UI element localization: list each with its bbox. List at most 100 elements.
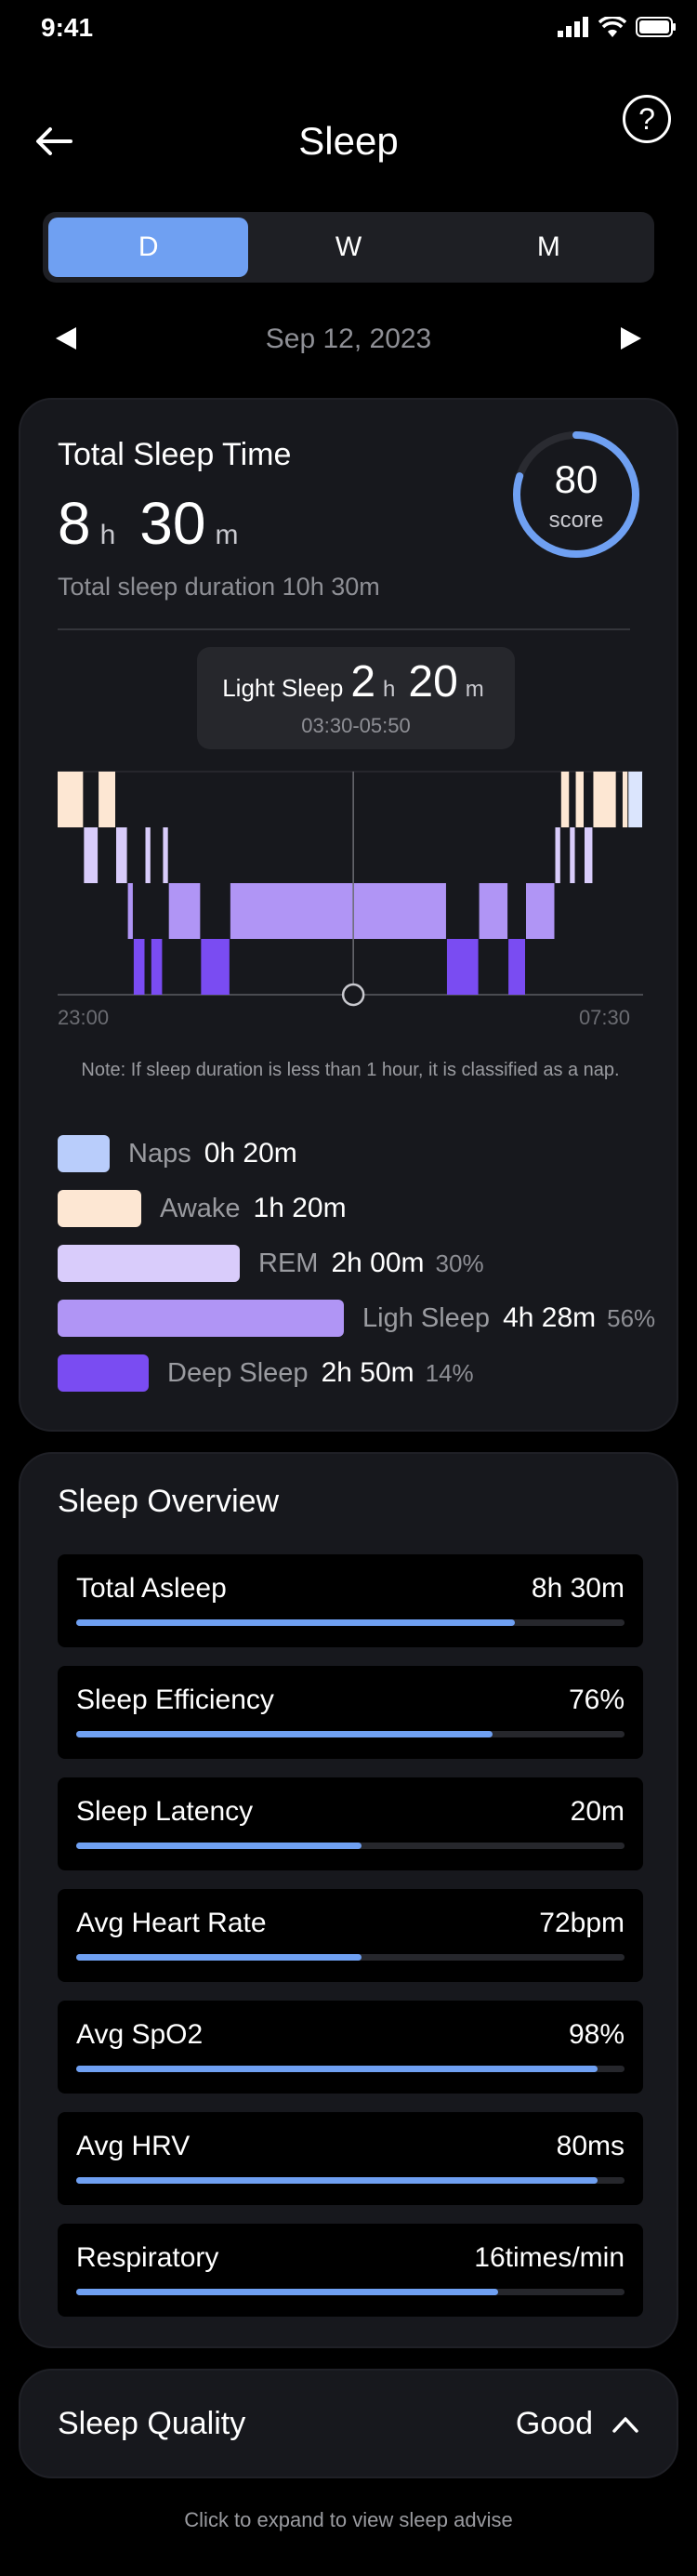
legend-value: 4h 28m	[503, 1302, 597, 1333]
legend-bar	[58, 1300, 344, 1337]
stage-segment	[145, 827, 151, 883]
metric-track	[76, 2177, 625, 2184]
stage-segment	[58, 772, 84, 827]
score-ring: 80 score	[511, 429, 641, 560]
status-time: 9:41	[41, 13, 94, 42]
tooltip-range: 03:30-05:50	[301, 714, 411, 737]
tab-day[interactable]: D	[48, 218, 249, 277]
page-title: Sleep	[298, 119, 399, 163]
legend-bar	[58, 1245, 240, 1282]
tooltip-label: Light Sleep	[222, 674, 344, 702]
signal-icon	[558, 17, 588, 37]
metric-value: 20m	[570, 1796, 625, 1827]
x-tick-end: 07:30	[578, 1006, 630, 1029]
stage-segment	[133, 939, 145, 995]
stage-segment	[84, 827, 99, 883]
legend-bar	[58, 1354, 149, 1392]
metric-track	[76, 1954, 625, 1961]
status-bar: 9:41	[0, 0, 697, 56]
legend-name: REM	[258, 1248, 319, 1278]
total-sleep-card: Total Sleep Time 8 h 30 m Total sleep du…	[19, 398, 678, 1432]
expand-advise-text[interactable]: Click to expand to view sleep advise	[0, 2508, 697, 2532]
metric-fill	[76, 2066, 598, 2072]
score-label: score	[548, 508, 604, 533]
stage-segment	[116, 827, 127, 883]
metric-fill	[76, 2289, 499, 2295]
legend-item-light-sleep: Ligh Sleep 4h 28m 56%	[58, 1299, 655, 1338]
sleep-overview-card: Sleep Overview Total Asleep 8h 30m Sleep E…	[19, 1452, 678, 2348]
legend-value: 2h 00m	[331, 1248, 425, 1278]
tooltip-hours-unit: h	[383, 677, 396, 702]
legend-item-naps: Naps 0h 20m	[58, 1134, 297, 1173]
total-minutes: 30	[139, 490, 206, 557]
metric-name: Respiratory	[76, 2242, 219, 2273]
metric-row: Sleep Latency 20m	[58, 1777, 643, 1870]
legend-percent: 30%	[435, 1248, 484, 1277]
stage-tooltip: Light Sleep 2 h 20 m 03:30-05:50	[197, 647, 515, 749]
legend-value: 1h 20m	[253, 1193, 347, 1223]
metric-value: 16times/min	[474, 2242, 625, 2273]
nap-note: Note: If sleep duration is less than 1 h…	[81, 1060, 620, 1080]
stage-segment	[201, 939, 230, 995]
total-hours: 8	[58, 490, 91, 557]
legend-item-awake: Awake 1h 20m	[58, 1189, 347, 1228]
stage-segment	[508, 939, 525, 995]
divider	[58, 628, 630, 630]
chevron-up-icon[interactable]	[612, 2415, 639, 2434]
tab-month[interactable]: M	[449, 218, 649, 277]
legend-name: Naps	[128, 1138, 191, 1169]
legend-name: Ligh Sleep	[362, 1302, 491, 1333]
help-icon[interactable]: ?	[623, 95, 671, 143]
metric-name: Avg SpO2	[76, 2019, 204, 2050]
metric-fill	[76, 1731, 493, 1737]
metric-fill	[76, 1843, 362, 1849]
tooltip-minutes-unit: m	[465, 677, 484, 702]
tooltip-value: Light Sleep 2 h 20 m	[197, 656, 515, 707]
metric-fill	[76, 1619, 515, 1626]
chart-cursor-handle[interactable]	[341, 983, 365, 1007]
sleep-quality-card[interactable]: Sleep Quality Good	[19, 2369, 678, 2478]
legend-percent: 56%	[607, 1303, 656, 1332]
metric-track	[76, 2066, 625, 2072]
total-sleep-value: 8 h 30 m	[58, 489, 253, 558]
stage-segment	[163, 827, 168, 883]
metric-row: Avg HRV 80ms	[58, 2112, 643, 2205]
metric-value: 76%	[568, 1684, 625, 1715]
current-date: Sep 12, 2023	[265, 324, 432, 354]
metric-fill	[76, 2177, 598, 2184]
x-tick-start: 23:00	[58, 1006, 110, 1029]
stage-segment	[570, 827, 575, 883]
stage-segment	[446, 939, 479, 995]
metric-name: Sleep Latency	[76, 1796, 254, 1827]
nav-bar: Sleep ?	[0, 95, 697, 186]
period-tabs: D W M	[43, 212, 654, 283]
metric-value: 8h 30m	[531, 1573, 625, 1604]
legend-percent: 14%	[425, 1358, 474, 1387]
minutes-unit: m	[215, 520, 239, 550]
date-selector: Sep 12, 2023	[0, 316, 697, 363]
stage-segment	[585, 827, 593, 883]
stage-segment	[127, 883, 133, 939]
legend-item-deep-sleep: Deep Sleep 2h 50m 14%	[58, 1354, 474, 1393]
legend-name: Awake	[160, 1193, 241, 1223]
stage-segment	[560, 772, 570, 827]
metric-value: 80ms	[556, 2131, 625, 2161]
wifi-icon	[598, 17, 626, 37]
metric-track	[76, 1619, 625, 1626]
overview-title: Sleep Overview	[58, 1484, 280, 1519]
tab-week[interactable]: W	[248, 218, 448, 277]
metric-name: Avg HRV	[76, 2131, 191, 2161]
legend-value: 2h 50m	[321, 1357, 414, 1388]
stage-segment	[628, 772, 642, 827]
metric-track	[76, 1731, 625, 1737]
stage-segment	[555, 827, 560, 883]
metric-name: Total Asleep	[76, 1573, 227, 1604]
sleep-stage-chart[interactable]	[58, 762, 643, 1013]
metric-track	[76, 2289, 625, 2295]
total-sleep-title: Total Sleep Time	[58, 437, 292, 472]
status-icons	[558, 17, 677, 37]
next-day-icon[interactable]	[621, 327, 641, 350]
metric-track	[76, 1843, 625, 1849]
metric-name: Avg Heart Rate	[76, 1908, 267, 1938]
metric-row: Sleep Efficiency 76%	[58, 1666, 643, 1759]
